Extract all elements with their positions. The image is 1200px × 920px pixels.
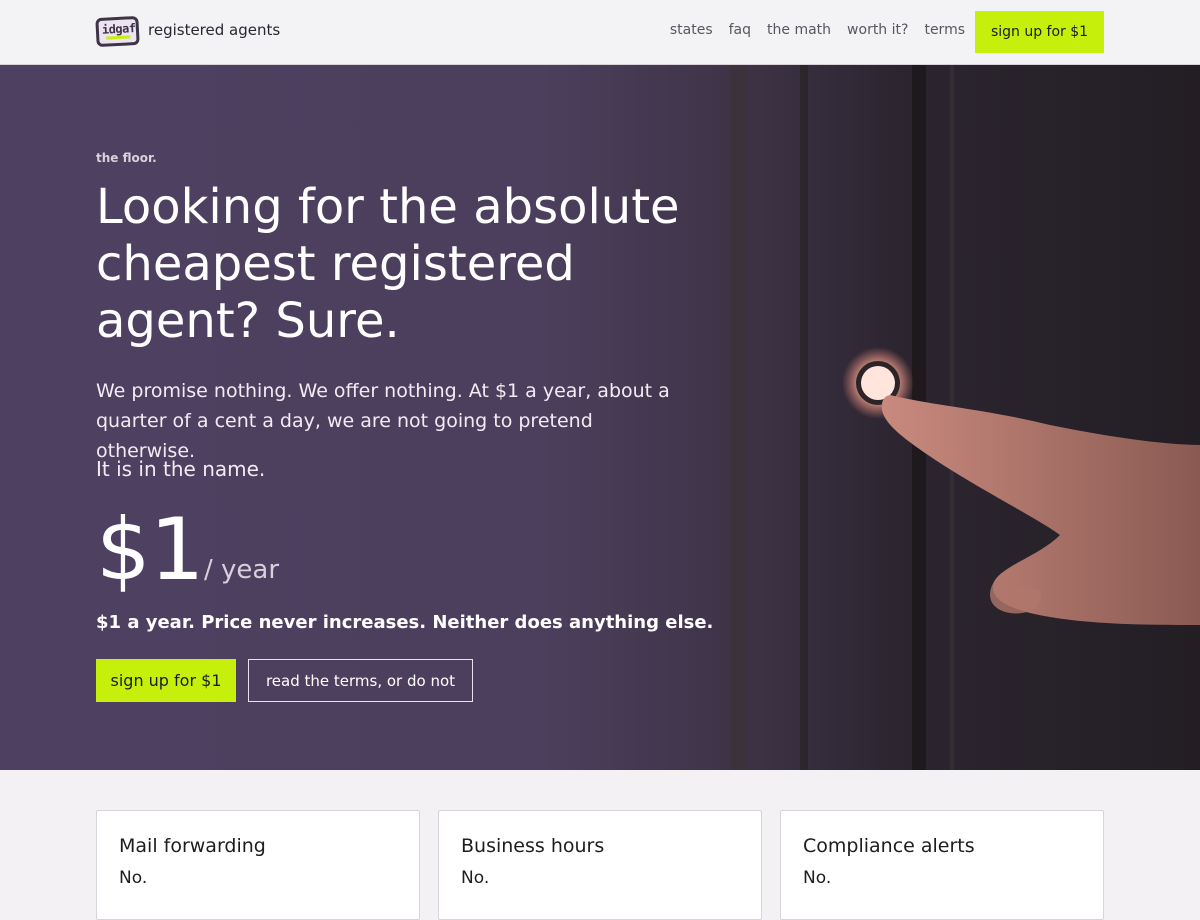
card-title: Mail forwarding [119,835,266,857]
card-value: No. [803,868,832,888]
price-tagline: $1 a year. Price never increases. Neithe… [96,612,714,633]
hero-section: the floor. Looking for the absolute chea… [0,65,1200,770]
hero-copy: We promise nothing. We offer nothing. At… [96,380,670,462]
nav-worth-it[interactable]: worth it? [847,22,908,38]
logo-underline [106,35,131,40]
hero-headline: Looking for the absolute cheapest regist… [96,179,680,349]
nav-faq[interactable]: faq [729,22,751,38]
feature-cards: Mail forwarding No. Business hours No. C… [96,810,1104,920]
nav-the-math[interactable]: the math [767,22,831,38]
nav-states[interactable]: states [670,22,713,38]
hero-signup-button[interactable]: sign up for $1 [96,659,236,702]
hero-note: It is in the name. [96,457,266,481]
main-nav: states faq the math worth it? terms [670,22,965,38]
site-header: idgaf registered agents states faq the m… [0,0,1200,65]
card-title: Business hours [461,835,605,857]
card-business-hours: Business hours No. [438,810,762,920]
price-unit: / year [204,555,280,585]
card-compliance-alerts: Compliance alerts No. [780,810,1104,920]
header-signup-button[interactable]: sign up for $1 [975,11,1104,53]
nav-terms[interactable]: terms [924,22,965,38]
logo-text: idgaf [101,21,136,37]
card-value: No. [461,868,490,888]
hero-eyebrow: the floor. [96,151,157,165]
card-value: No. [119,868,148,888]
card-mail-forwarding: Mail forwarding No. [96,810,420,920]
price-amount: $1 [96,500,204,600]
brand-name[interactable]: registered agents [148,21,280,39]
idgaf-logo-icon[interactable]: idgaf [95,15,140,48]
read-terms-button[interactable]: read the terms, or do not [248,659,473,702]
card-title: Compliance alerts [803,835,975,857]
